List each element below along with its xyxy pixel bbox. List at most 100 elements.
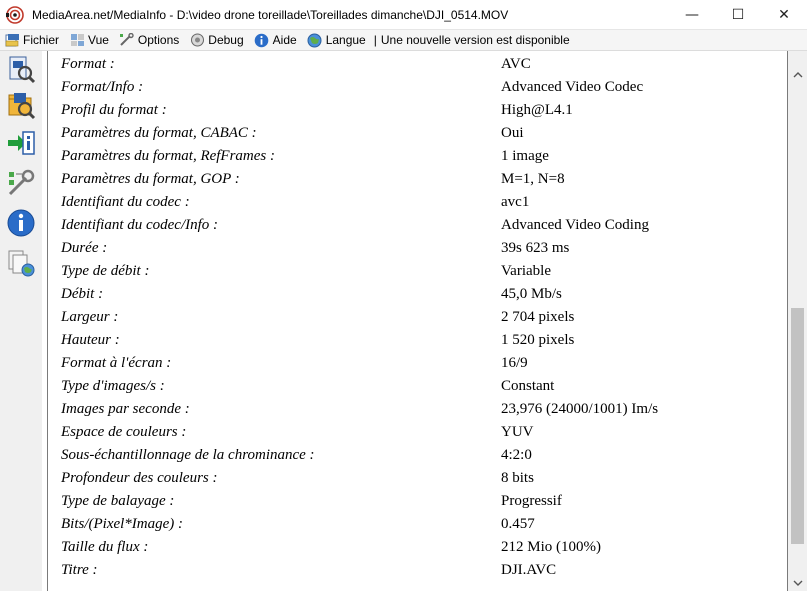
scroll-down-button[interactable] — [788, 574, 807, 591]
info-row-bitrate-mode: Type de débit : Variable — [48, 260, 787, 283]
info-value: 1 520 pixels — [501, 332, 575, 348]
scroll-up-button[interactable] — [788, 66, 807, 83]
info-row-framerate: Images par seconde : 23,976 (24000/1001)… — [48, 398, 787, 421]
info-label: Paramètres du format, CABAC : — [61, 125, 257, 141]
info-row-gop: Paramètres du format, GOP : M=1, N=8 — [48, 168, 787, 191]
menu-separator: | — [373, 33, 377, 47]
menu-langue-label: Langue — [325, 33, 366, 47]
menu-langue[interactable]: Langue — [303, 30, 372, 51]
info-value: 4:2:0 — [501, 447, 532, 463]
info-row-scan-type: Type de balayage : Progressif — [48, 490, 787, 513]
web-icon[interactable] — [5, 247, 37, 279]
chevron-down-icon — [793, 580, 802, 586]
menu-vue[interactable]: Vue — [65, 30, 115, 51]
info-value: DJI.AVC — [501, 562, 557, 578]
info-value: 45,0 Mb/s — [501, 286, 562, 302]
info-row-aspect-ratio: Format à l'écran : 16/9 — [48, 352, 787, 375]
info-value: 2 704 pixels — [501, 309, 575, 325]
info-row-bit-depth: Profondeur des couleurs : 8 bits — [48, 467, 787, 490]
minimize-button[interactable]: — — [669, 0, 715, 30]
info-row-refframes: Paramètres du format, RefFrames : 1 imag… — [48, 145, 787, 168]
chevron-up-icon — [793, 71, 802, 77]
info-label: Type de balayage : — [61, 493, 175, 509]
info-row-codec-id-info: Identifiant du codec/Info : Advanced Vid… — [48, 214, 787, 237]
info-label: Images par seconde : — [61, 401, 190, 417]
info-label: Largeur : — [61, 309, 119, 325]
menu-options-label: Options — [137, 33, 180, 47]
info-label: Paramètres du format, RefFrames : — [61, 148, 275, 164]
info-row-duration: Durée : 39s 623 ms — [48, 237, 787, 260]
info-row-title: Titre : DJI.AVC — [48, 559, 787, 582]
info-row-codec-id: Identifiant du codec : avc1 — [48, 191, 787, 214]
open-folder-icon[interactable] — [5, 89, 37, 121]
media-details-panel[interactable]: Format : AVC Format/Info : Advanced Vide… — [47, 51, 788, 591]
info-value: 8 bits — [501, 470, 534, 486]
info-label: Format : — [61, 56, 115, 72]
info-label: Débit : — [61, 286, 104, 302]
info-value: 16/9 — [501, 355, 528, 371]
menu-aide-label: Aide — [272, 33, 297, 47]
info-label: Type de débit : — [61, 263, 150, 279]
info-label: Hauteur : — [61, 332, 120, 348]
maximize-button[interactable]: ☐ — [715, 0, 761, 30]
info-row-color-space: Espace de couleurs : YUV — [48, 421, 787, 444]
info-row-format-info: Format/Info : Advanced Video Codec — [48, 76, 787, 99]
menu-vue-label: Vue — [88, 33, 109, 47]
info-value: Variable — [501, 263, 551, 279]
info-label: Format à l'écran : — [61, 355, 172, 371]
mediainfo-app-icon[interactable] — [0, 0, 30, 30]
info-label: Paramètres du format, GOP : — [61, 171, 240, 187]
info-value: Oui — [501, 125, 524, 141]
close-button[interactable]: ✕ — [761, 0, 807, 30]
menu-aide[interactable]: Aide — [250, 30, 303, 51]
window-title: MediaArea.net/MediaInfo - D:\video drone… — [32, 7, 509, 22]
export-icon[interactable] — [5, 127, 37, 159]
info-label: Sous-échantillonnage de la chrominance : — [61, 447, 315, 463]
info-value: Advanced Video Coding — [501, 217, 649, 233]
info-row-width: Largeur : 2 704 pixels — [48, 306, 787, 329]
info-label: Profondeur des couleurs : — [61, 470, 218, 486]
about-icon[interactable] — [5, 207, 37, 239]
info-value: High@L4.1 — [501, 102, 573, 118]
scroll-thumb[interactable] — [791, 308, 804, 544]
view-icon — [69, 32, 85, 48]
info-label: Titre : — [61, 562, 98, 578]
info-row-format: Format : AVC — [48, 53, 787, 76]
info-label: Taille du flux : — [61, 539, 149, 555]
info-value: 212 Mio (100%) — [501, 539, 601, 555]
info-value: 0.457 — [501, 516, 535, 532]
info-label: Type d'images/s : — [61, 378, 165, 394]
title-bar: MediaArea.net/MediaInfo - D:\video drone… — [0, 0, 807, 30]
update-notice[interactable]: Une nouvelle version est disponible — [381, 33, 570, 47]
globe-icon — [307, 32, 323, 48]
info-value: Progressif — [501, 493, 562, 509]
help-icon — [254, 32, 270, 48]
vertical-scrollbar[interactable] — [788, 51, 807, 591]
menu-debug-label: Debug — [208, 33, 244, 47]
open-file-icon[interactable] — [5, 53, 37, 85]
info-value: Advanced Video Codec — [501, 79, 644, 95]
menu-debug[interactable]: Debug — [185, 30, 249, 51]
info-value: 23,976 (24000/1001) Im/s — [501, 401, 659, 417]
info-value: 1 image — [501, 148, 549, 164]
menu-bar: Fichier Vue Options Debug Aide Langue | … — [0, 30, 807, 51]
info-row-framerate-mode: Type d'images/s : Constant — [48, 375, 787, 398]
info-value: avc1 — [501, 194, 530, 210]
menu-fichier-label: Fichier — [23, 33, 60, 47]
info-row-bitrate: Débit : 45,0 Mb/s — [48, 283, 787, 306]
info-label: Identifiant du codec/Info : — [61, 217, 219, 233]
info-label: Profil du format : — [61, 102, 167, 118]
info-label: Identifiant du codec : — [61, 194, 190, 210]
options-icon — [119, 32, 135, 48]
menu-options[interactable]: Options — [115, 30, 185, 51]
info-label: Format/Info : — [61, 79, 144, 95]
menu-fichier[interactable]: Fichier — [0, 30, 65, 51]
info-row-chroma-subsampling: Sous-échantillonnage de la chrominance :… — [48, 444, 787, 467]
info-row-stream-size: Taille du flux : 212 Mio (100%) — [48, 536, 787, 559]
info-value: M=1, N=8 — [501, 171, 565, 187]
info-value: Constant — [501, 378, 555, 394]
preferences-icon[interactable] — [5, 167, 37, 199]
info-row-bits-pixel-frame: Bits/(Pixel*Image) : 0.457 — [48, 513, 787, 536]
left-toolbar — [0, 51, 42, 591]
info-row-height: Hauteur : 1 520 pixels — [48, 329, 787, 352]
